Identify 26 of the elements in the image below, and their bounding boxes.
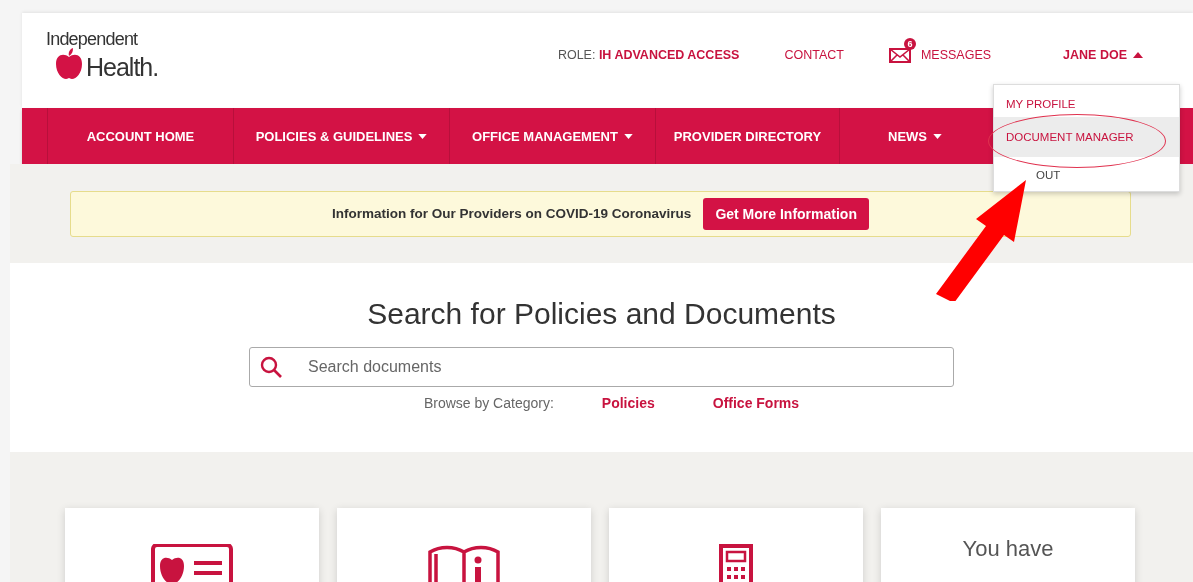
contact-link[interactable]: CONTACT (784, 47, 844, 62)
role-label: ROLE: IH ADVANCED ACCESS (557, 47, 740, 62)
browse-label: Browse by Category: (423, 395, 554, 411)
message-count-badge: 6 (903, 37, 916, 50)
logo-text: Health. (86, 53, 159, 80)
search-field[interactable]: Search documents (249, 347, 954, 387)
menu-item[interactable]: DOCUMENT MANAGER (994, 117, 1179, 157)
category-link[interactable]: Office Forms (712, 395, 800, 411)
calculator-icon (719, 544, 753, 582)
user-menu-toggle[interactable]: JANE DOE (1063, 47, 1143, 62)
book-icon (426, 544, 502, 582)
caret-icon (1133, 51, 1143, 58)
banner-text: Information for Our Providers on COVID-19 Coronavirus (332, 206, 692, 221)
id-card-icon (150, 544, 234, 582)
search-title: Search for Policies and Documents (367, 297, 836, 331)
messages-link[interactable]: MESSAGES (920, 47, 992, 62)
apple-icon (54, 47, 84, 80)
card-text: You have (962, 536, 1054, 562)
menu-item[interactable]: MY PROFILE (994, 91, 1179, 117)
logo-text: Independent (46, 29, 139, 48)
category-link[interactable]: Policies (601, 395, 655, 411)
envelope-icon (888, 46, 913, 63)
get-info-button[interactable]: Get More Information (703, 197, 869, 230)
search-icon (260, 356, 282, 378)
menu-item[interactable]: OUT (994, 157, 1179, 185)
tile-card[interactable]: You have (881, 508, 1135, 582)
